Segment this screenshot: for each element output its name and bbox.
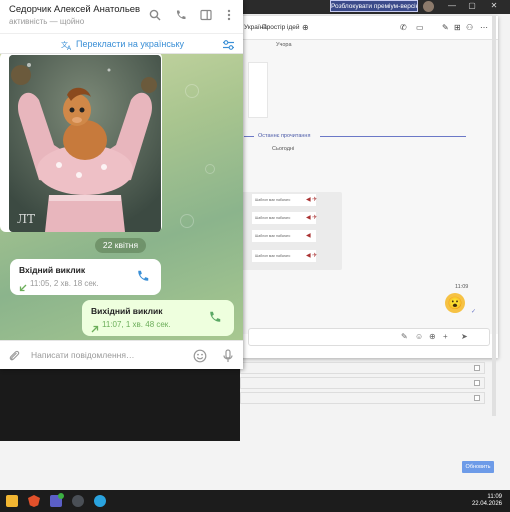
more-icon[interactable]: ⋯ — [480, 23, 488, 32]
phone-icon[interactable] — [174, 8, 188, 22]
outgoing-arrow-icon — [91, 320, 99, 338]
telegram-icon[interactable] — [94, 495, 106, 507]
message-time: 11:09 — [455, 284, 469, 290]
microphone-icon[interactable] — [220, 348, 235, 363]
attach-icon[interactable]: ⊕ — [429, 332, 436, 341]
chat-header: Седорчик Алексей Анатольев… активність —… — [0, 0, 243, 33]
teams-tabbar: Україна Простір ідей ⊕ ✆ ▭ ✎ ⊞ ⚇ ⋯ — [240, 16, 498, 40]
incoming-arrow-icon — [19, 279, 27, 297]
clock-date: 22.04.2026 — [471, 501, 502, 507]
close-button[interactable]: ✕ — [482, 0, 506, 12]
telegram-window: Седорчик Алексей Анатольев… активність —… — [0, 0, 243, 369]
list-item[interactable] — [240, 377, 485, 389]
teams-window: Україна Простір ідей ⊕ ✆ ▭ ✎ ⊞ ⚇ ⋯ Учора… — [240, 16, 498, 358]
folder-icon[interactable] — [6, 495, 18, 507]
call-title: Вхідний виклик — [19, 265, 86, 275]
people-icon[interactable]: ⚇ — [466, 23, 473, 32]
emoji-icon[interactable] — [192, 348, 207, 363]
maximize-button[interactable]: ▢ — [460, 0, 484, 12]
checkbox[interactable] — [474, 395, 480, 401]
outgoing-call-message[interactable]: Вихідний виклик 11:07, 1 хв. 48 сек. — [82, 300, 234, 336]
call-details: 11:07, 1 хв. 48 сек. — [102, 320, 171, 329]
send-icon: ◀ ✈ — [306, 215, 318, 221]
last-read-label: Останнє прочитання — [258, 133, 311, 139]
add-tab-icon[interactable]: ⊕ — [302, 23, 309, 32]
edit-icon[interactable]: ✎ — [442, 23, 449, 32]
translate-label[interactable]: Перекласти на українську — [76, 39, 184, 49]
photo-message[interactable]: ЛТ — [0, 54, 162, 232]
seen-icon: ✓ — [471, 309, 477, 315]
settings-list — [240, 362, 490, 418]
screen-share-icon[interactable]: ▭ — [416, 23, 424, 32]
tab-ideas[interactable]: Простір ідей — [262, 24, 299, 31]
clock-time: 11:09 — [487, 494, 502, 500]
date-separator: 22 квітня — [95, 238, 146, 253]
list-item[interactable] — [240, 392, 485, 404]
emoji-icon[interactable]: ☺ — [415, 332, 423, 341]
svg-text:A: A — [67, 45, 72, 51]
send-icon[interactable]: ➤ — [461, 332, 468, 341]
scrollbar[interactable] — [492, 16, 496, 416]
svg-text:ЛТ: ЛТ — [17, 212, 35, 226]
unlock-premium-button[interactable]: Розблокувати преміум-версію — [330, 0, 418, 12]
surprised-emoji-icon: 😮 — [445, 293, 465, 313]
attach-icon[interactable] — [6, 348, 21, 363]
message-input[interactable]: Написати повідомлення… — [31, 350, 134, 360]
wallpaper-doodle — [205, 164, 215, 174]
contact-name[interactable]: Седорчик Алексей Анатольев… — [9, 4, 141, 15]
clock[interactable]: 11:09 22.04.2026 — [472, 494, 502, 508]
call-title: Вихідний виклик — [91, 306, 163, 316]
send-icon: ◀ ✈ — [306, 253, 318, 259]
wallpaper-doodle — [185, 84, 199, 98]
chat-area[interactable]: ЛТ 22 квітня Вхідний виклик 11:05, 2 хв.… — [0, 54, 243, 340]
wallpaper-doodle — [180, 214, 194, 228]
list-item[interactable] — [240, 362, 485, 374]
search-icon[interactable] — [148, 8, 162, 22]
format-icon[interactable]: ✎ — [401, 332, 408, 341]
brave-icon[interactable] — [28, 495, 40, 507]
plus-icon[interactable]: + — [443, 332, 448, 341]
settings-icon[interactable] — [72, 495, 84, 507]
phone-icon[interactable] — [208, 310, 222, 324]
contact-status: активність — щойно — [9, 17, 85, 26]
compose-box[interactable]: ✎ ☺ ⊕ + ➤ — [248, 328, 490, 346]
taskbar: 11:09 22.04.2026 — [0, 490, 510, 512]
phone-icon[interactable] — [136, 269, 150, 283]
call-details: 11:05, 2 хв. 18 сек. — [30, 279, 99, 288]
today-label: Сьогодні — [272, 146, 295, 152]
teams-chat: Учора Останнє прочитання Сьогодні Шаблон… — [240, 40, 498, 346]
yesterday-label: Учора — [276, 42, 292, 48]
avatar[interactable] — [423, 1, 434, 12]
incoming-call-message[interactable]: Вхідний виклик 11:05, 2 хв. 18 сек. — [10, 259, 161, 295]
checkbox[interactable] — [474, 380, 480, 386]
send-icon: ◀ — [306, 233, 311, 239]
update-button[interactable]: Обновить — [462, 461, 494, 473]
message-input-bar: Написати повідомлення… — [0, 340, 243, 369]
grid-icon[interactable]: ⊞ — [454, 23, 461, 32]
sidebar-toggle-icon[interactable] — [199, 8, 213, 22]
send-icon: ◀ ✈ — [306, 197, 318, 203]
mittens-pony-photo[interactable]: ЛТ — [9, 55, 161, 232]
call-icon[interactable]: ✆ — [400, 23, 407, 32]
divider — [320, 136, 466, 137]
notification-badge — [58, 493, 64, 499]
message-card[interactable] — [248, 62, 268, 118]
message-group: Шаблон має набагато ◀ ✈ Шаблон має набаг… — [240, 192, 342, 270]
divider — [244, 136, 254, 137]
more-vertical-icon[interactable] — [222, 8, 236, 22]
checkbox[interactable] — [474, 365, 480, 371]
dark-window — [0, 369, 240, 441]
translate-bar[interactable]: 文A Перекласти на українську — [0, 33, 243, 54]
